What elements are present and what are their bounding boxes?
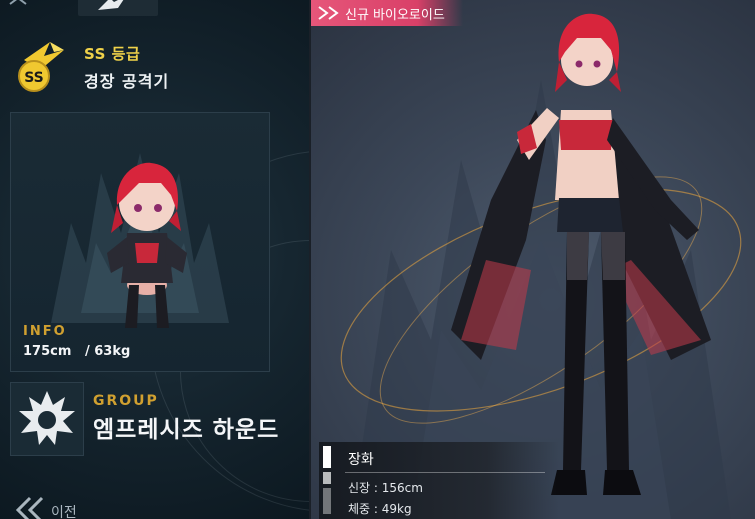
previous-arrow-icon[interactable] xyxy=(14,496,48,519)
info-height: 175cm xyxy=(23,344,72,359)
role-label: 경장 공격기 xyxy=(84,72,170,91)
chevron-right-icon xyxy=(318,6,339,20)
info-weight: / 63kg xyxy=(84,344,131,359)
new-bioroid-badge: 신규 바이오로이드 xyxy=(311,0,463,26)
plate-stripe-decoration xyxy=(323,446,331,514)
ss-grade-emblem-icon: SS xyxy=(10,40,70,94)
character-weight: 체중 : 49kg xyxy=(348,502,412,516)
character-height: 신장 : 156cm xyxy=(348,481,423,495)
wing-icon xyxy=(98,0,124,10)
new-bioroid-label: 신규 바이오로이드 xyxy=(345,8,445,23)
group-emblem-box[interactable] xyxy=(10,382,84,456)
previous-button-label[interactable]: 이전 xyxy=(51,502,77,519)
info-values: 175cm / 63kg xyxy=(23,344,130,359)
plate-divider xyxy=(345,472,545,473)
info-label: INFO xyxy=(23,324,67,339)
character-name-plate: 장화 신장 : 156cm 체중 : 49kg xyxy=(319,442,559,519)
character-showcase-panel: 신규 바이오로이드 장화 신장 : 156cm 체중 : 49kg xyxy=(311,0,755,519)
grade-label: SS 등급 xyxy=(84,45,141,63)
group-label: GROUP xyxy=(93,393,159,409)
unit-info-panel: SS SS 등급 경장 공격기 INFO 175cm / 63kg GROUP … xyxy=(0,0,311,519)
group-name: 엠프레시즈 하운드 xyxy=(93,417,280,443)
hound-emblem-icon xyxy=(19,391,75,445)
character-name: 장화 xyxy=(348,452,374,468)
top-menu-button[interactable] xyxy=(78,0,158,16)
svg-text:SS: SS xyxy=(24,70,44,86)
back-arrow-icon[interactable] xyxy=(6,0,30,20)
